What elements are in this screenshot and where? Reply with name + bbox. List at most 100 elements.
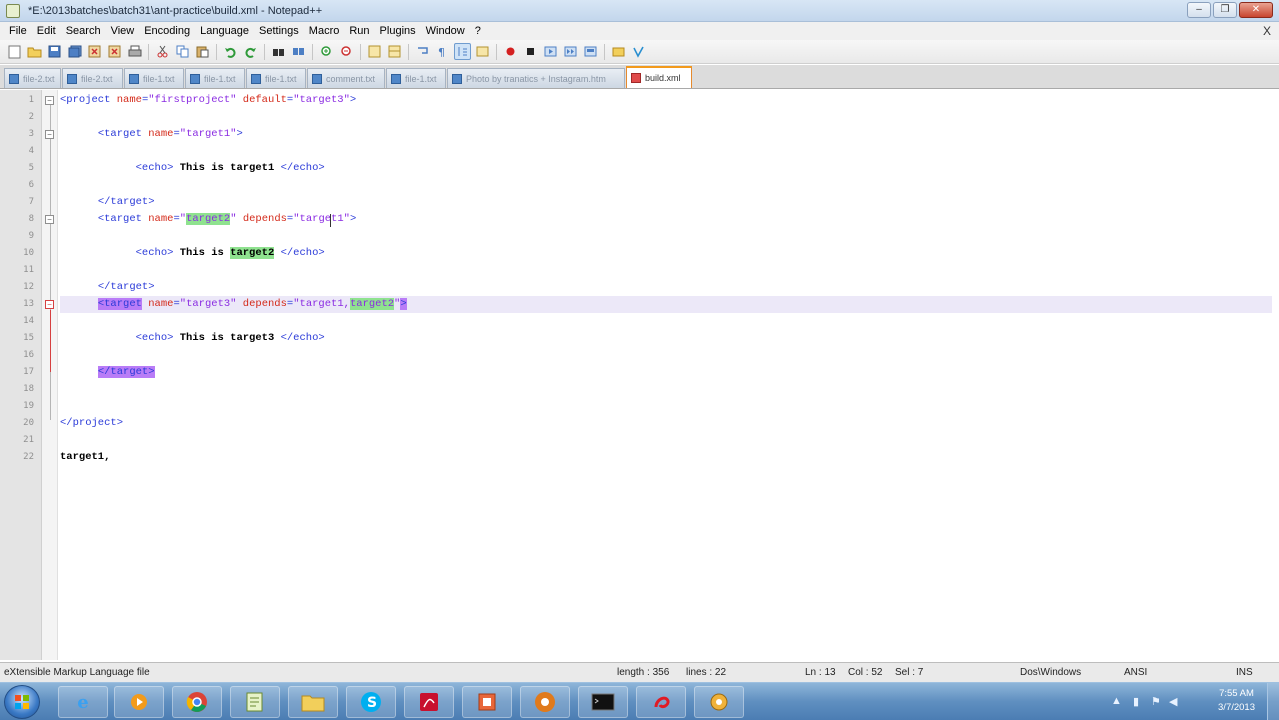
file-icon <box>129 73 139 84</box>
zoom-out-icon[interactable] <box>338 43 355 60</box>
menu-run[interactable]: Run <box>344 22 374 40</box>
line-number: 10 <box>23 248 34 258</box>
volume-icon[interactable]: ◀ <box>1169 695 1177 708</box>
menu-file[interactable]: File <box>4 22 32 40</box>
new-file-icon[interactable] <box>6 43 23 60</box>
toolbar-separator <box>496 43 497 60</box>
start-button[interactable] <box>4 685 40 719</box>
close-button[interactable]: ✕ <box>1239 2 1273 18</box>
chrome-alt-icon[interactable] <box>520 686 570 718</box>
tab-file-2b[interactable]: file-2.txt <box>62 68 123 88</box>
fold-toggle-icon[interactable]: − <box>45 215 54 224</box>
tab-build-xml[interactable]: build.xml <box>626 66 692 88</box>
close-all-icon[interactable] <box>106 43 123 60</box>
file-icon <box>251 73 261 84</box>
notepad-plus-icon[interactable] <box>230 686 280 718</box>
line-number: 22 <box>23 452 34 462</box>
fold-toggle-icon[interactable]: − <box>45 300 54 309</box>
sync-h-icon[interactable] <box>386 43 403 60</box>
close-document-button[interactable]: X <box>1263 22 1271 40</box>
menu-window[interactable]: Window <box>421 22 470 40</box>
fold-toggle-icon[interactable]: − <box>45 96 54 105</box>
tab-comment[interactable]: comment.txt <box>307 68 385 88</box>
play-macro-icon[interactable] <box>542 43 559 60</box>
tab-label: comment.txt <box>326 73 376 84</box>
indent-guide-icon[interactable] <box>454 43 471 60</box>
code-line-1: <project name="firstproject" default="ta… <box>60 94 357 106</box>
chrome-icon[interactable] <box>172 686 222 718</box>
show-desktop-button[interactable] <box>1267 683 1279 720</box>
settings-icon[interactable] <box>694 686 744 718</box>
folder-icon[interactable] <box>288 686 338 718</box>
menu-help[interactable]: ? <box>470 22 486 40</box>
status-ins: INS <box>1236 667 1253 678</box>
all-chars-icon[interactable]: ¶ <box>434 43 451 60</box>
tab-file-1d[interactable]: file-1.txt <box>386 68 446 88</box>
flag-icon[interactable]: ⚑ <box>1151 695 1161 708</box>
fold-line-active <box>50 310 51 372</box>
replace-icon[interactable] <box>290 43 307 60</box>
skype-icon[interactable]: S <box>346 686 396 718</box>
menu-settings[interactable]: Settings <box>254 22 304 40</box>
menu-encoding[interactable]: Encoding <box>139 22 195 40</box>
notepadpp-app-icon[interactable] <box>6 3 20 18</box>
menu-view[interactable]: View <box>106 22 140 40</box>
menu-search[interactable]: Search <box>61 22 106 40</box>
lang-icon[interactable] <box>474 43 491 60</box>
copy-icon[interactable] <box>174 43 191 60</box>
open-file-icon[interactable] <box>26 43 43 60</box>
tab-photo-htm[interactable]: Photo by tranatics + Instagram.htm <box>447 68 625 88</box>
menu-edit[interactable]: Edit <box>32 22 61 40</box>
pdf-icon[interactable] <box>404 686 454 718</box>
code-editor[interactable]: 1 2 3 4 5 6 7 8 9 10 11 12 13 14 15 16 1… <box>0 90 1279 660</box>
status-file-type: eXtensible Markup Language file <box>4 667 150 678</box>
code-line-8: <target name="target2" depends="target1"… <box>97 213 357 225</box>
minimize-button[interactable]: – <box>1187 2 1211 18</box>
tab-file-1[interactable]: file-1.txt <box>124 68 184 88</box>
save-all-icon[interactable] <box>66 43 83 60</box>
toolbar: ¶ <box>0 40 1279 64</box>
tab-file-1b[interactable]: file-1.txt <box>185 68 245 88</box>
menu-macro[interactable]: Macro <box>304 22 345 40</box>
stop-macro-icon[interactable] <box>522 43 539 60</box>
file-icon <box>452 73 462 84</box>
menu-language[interactable]: Language <box>195 22 254 40</box>
wrap-icon[interactable] <box>414 43 431 60</box>
ie-icon[interactable]: e <box>58 686 108 718</box>
redo-icon[interactable] <box>242 43 259 60</box>
toolbar-separator <box>148 43 149 60</box>
maximize-button[interactable]: ❐ <box>1213 2 1237 18</box>
paste-icon[interactable] <box>194 43 211 60</box>
record-macro-icon[interactable] <box>502 43 519 60</box>
line-number: 8 <box>28 214 34 224</box>
tray-expand-icon[interactable]: ▲ <box>1111 695 1122 707</box>
trim-icon[interactable] <box>610 43 627 60</box>
tab-label: file-1.txt <box>265 73 297 84</box>
find-icon[interactable] <box>270 43 287 60</box>
save-icon[interactable] <box>46 43 63 60</box>
line-number: 12 <box>23 282 34 292</box>
network-icon[interactable]: ▮ <box>1133 695 1139 708</box>
cmd-icon[interactable] <box>578 686 628 718</box>
play-multi-icon[interactable] <box>562 43 579 60</box>
print-icon[interactable] <box>126 43 143 60</box>
tab-file-2[interactable]: file-2.txt <box>4 68 61 88</box>
media-player-icon[interactable] <box>114 686 164 718</box>
fold-toggle-icon[interactable]: − <box>45 130 54 139</box>
tab-file-1c[interactable]: file-1.txt <box>246 68 306 88</box>
sync-v-icon[interactable] <box>366 43 383 60</box>
cut-icon[interactable] <box>154 43 171 60</box>
toolbar-separator <box>604 43 605 60</box>
file-icon <box>391 73 401 84</box>
close-icon[interactable] <box>86 43 103 60</box>
unsaved-file-icon <box>631 73 641 83</box>
airtel-icon[interactable] <box>636 686 686 718</box>
tab-label: file-1.txt <box>204 73 236 84</box>
save-macro-icon[interactable] <box>582 43 599 60</box>
office-icon[interactable] <box>462 686 512 718</box>
spell-icon[interactable] <box>630 43 647 60</box>
zoom-in-icon[interactable] <box>318 43 335 60</box>
clock[interactable]: 7:55 AM 3/7/2013 <box>1218 687 1255 715</box>
undo-icon[interactable] <box>222 43 239 60</box>
menu-plugins[interactable]: Plugins <box>375 22 421 40</box>
